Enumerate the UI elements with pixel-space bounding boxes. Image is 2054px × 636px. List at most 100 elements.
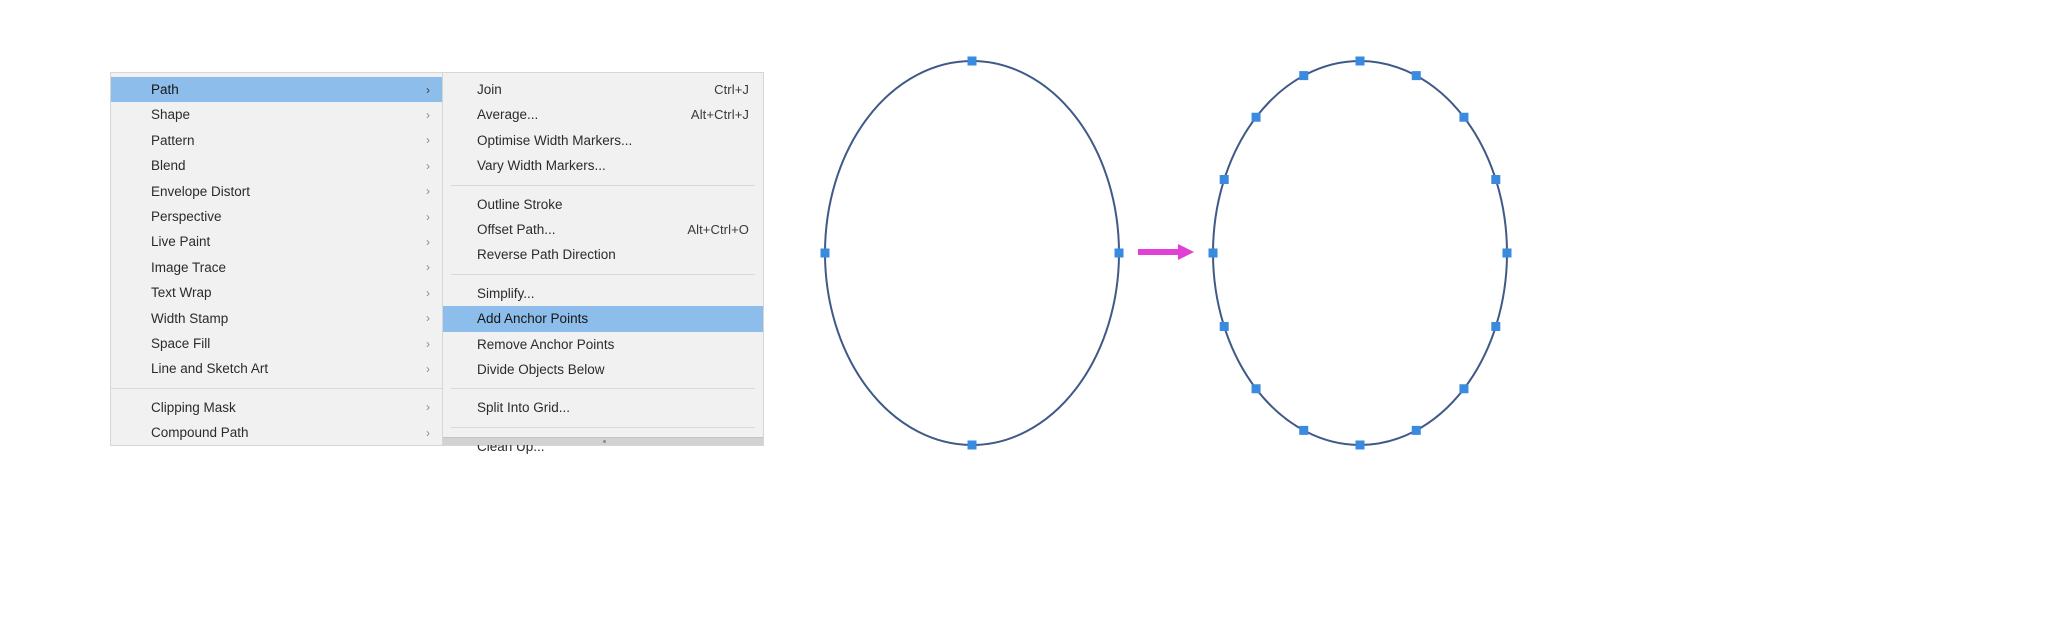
anchor-point[interactable] — [1219, 321, 1229, 331]
anchor-point[interactable] — [1251, 112, 1261, 122]
menu-item-reverse-path-direction[interactable]: Reverse Path Direction — [443, 242, 763, 267]
anchor-point[interactable] — [1251, 384, 1261, 394]
menu-item-label: Reverse Path Direction — [477, 247, 616, 263]
ellipse-after-anchors — [1208, 56, 1512, 450]
chevron-right-icon: › — [426, 108, 430, 123]
anchor-point[interactable] — [820, 248, 830, 258]
menu-item-label: Outline Stroke — [477, 196, 563, 212]
menu-item-divide-objects-below[interactable]: Divide Objects Below — [443, 357, 763, 382]
chevron-right-icon: › — [426, 260, 430, 275]
object-submenu-list: Path › Shape › Pattern › Blend › Envelope Distor… — [111, 73, 442, 445]
anchor-point[interactable] — [1208, 248, 1218, 258]
transform-arrow — [1138, 244, 1194, 260]
menu-item-remove-anchor-points[interactable]: Remove Anchor Points — [443, 332, 763, 357]
anchor-point[interactable] — [1299, 425, 1309, 435]
menu-item-pattern[interactable]: Pattern › — [111, 128, 442, 153]
menu-item-label: Pattern — [151, 132, 195, 148]
menu-item-label: Divide Objects Below — [477, 361, 605, 377]
ellipse-before-path[interactable] — [824, 60, 1120, 446]
menu-item-split-into-grid[interactable]: Split Into Grid... — [443, 395, 763, 420]
menu-item-blend[interactable]: Blend › — [111, 153, 442, 178]
chevron-right-icon: › — [426, 209, 430, 224]
menu-separator — [111, 387, 442, 389]
menu-item-label: Shape — [151, 107, 191, 123]
anchor-point[interactable] — [1355, 440, 1365, 450]
anchor-point[interactable] — [1491, 321, 1501, 331]
menu-item-perspective[interactable]: Perspective › — [111, 204, 442, 229]
menu-item-text-wrap[interactable]: Text Wrap › — [111, 280, 442, 305]
anchor-point[interactable] — [1299, 71, 1309, 81]
menu-item-label: Optimise Width Markers... — [477, 132, 633, 148]
menu-item-shape[interactable]: Shape › — [111, 102, 442, 127]
artboard-illustration — [800, 0, 2054, 636]
menu-item-line-and-sketch-art[interactable]: Line and Sketch Art › — [111, 356, 442, 381]
chevron-right-icon: › — [426, 158, 430, 173]
chevron-right-icon: › — [426, 361, 430, 376]
artboard-svg — [820, 56, 1512, 450]
menu-item-offset-path[interactable]: Offset Path... Alt+Ctrl+O — [443, 217, 763, 242]
chevron-right-icon: › — [426, 184, 430, 199]
menu-item-path[interactable]: Path › — [111, 77, 442, 103]
anchor-point[interactable] — [967, 440, 977, 450]
anchor-point[interactable] — [967, 56, 977, 66]
chevron-right-icon: › — [426, 400, 430, 415]
menu-scroll-strip[interactable] — [443, 437, 763, 445]
ellipse-before-anchors — [820, 56, 1124, 450]
menu-item-label: Blend — [151, 158, 186, 174]
chevron-right-icon: › — [426, 82, 430, 97]
menu-item-label: Offset Path... — [477, 221, 556, 237]
menu-item-average[interactable]: Average... Alt+Ctrl+J — [443, 102, 763, 127]
menu-item-label: Compound Path — [151, 425, 249, 441]
menu-item-label: Live Paint — [151, 234, 211, 250]
chevron-right-icon: › — [426, 425, 430, 440]
menu-separator — [451, 426, 755, 428]
anchor-point[interactable] — [1114, 248, 1124, 258]
anchor-point[interactable] — [1411, 71, 1421, 81]
anchor-point[interactable] — [1411, 425, 1421, 435]
chevron-right-icon: › — [426, 311, 430, 326]
menu-item-join[interactable]: Join Ctrl+J — [443, 77, 763, 102]
ellipse-after[interactable] — [1208, 56, 1512, 450]
screenshot-root: Path › Shape › Pattern › Blend › Envelope Distor… — [0, 0, 2054, 636]
menu-item-image-trace[interactable]: Image Trace › — [111, 255, 442, 280]
menu-item-optimise-width-markers[interactable]: Optimise Width Markers... — [443, 128, 763, 153]
anchor-point[interactable] — [1459, 112, 1469, 122]
menu-scroll-dot — [603, 440, 606, 443]
ellipse-before[interactable] — [820, 56, 1124, 450]
menu-item-label: Split Into Grid... — [477, 400, 571, 416]
anchor-point[interactable] — [1502, 248, 1512, 258]
object-submenu-panel: Path › Shape › Pattern › Blend › Envelope Distor… — [110, 72, 442, 446]
chevron-right-icon: › — [426, 285, 430, 300]
transform-arrow-shape — [1138, 244, 1194, 260]
menu-item-label: Remove Anchor Points — [477, 336, 615, 352]
menu-separator — [451, 273, 755, 275]
anchor-point[interactable] — [1459, 384, 1469, 394]
menu-item-space-fill[interactable]: Space Fill › — [111, 331, 442, 356]
anchor-point[interactable] — [1219, 175, 1229, 185]
menu-item-label: Text Wrap — [151, 285, 212, 301]
menu-item-vary-width-markers[interactable]: Vary Width Markers... — [443, 153, 763, 178]
menu-item-label: Vary Width Markers... — [477, 158, 606, 174]
menu-item-simplify[interactable]: Simplify... — [443, 281, 763, 306]
menu-item-label: Image Trace — [151, 259, 227, 275]
menu-item-label: Add Anchor Points — [477, 311, 589, 327]
menu-item-compound-path[interactable]: Compound Path › — [111, 420, 442, 445]
menu-item-width-stamp[interactable]: Width Stamp › — [111, 306, 442, 331]
menu-separator — [451, 184, 755, 186]
menu-item-label: Space Fill — [151, 335, 211, 351]
menu-item-add-anchor-points[interactable]: Add Anchor Points — [443, 306, 763, 332]
menu-item-label: Perspective — [151, 208, 222, 224]
anchor-point[interactable] — [1491, 175, 1501, 185]
chevron-right-icon: › — [426, 133, 430, 148]
menu-item-live-paint[interactable]: Live Paint › — [111, 229, 442, 254]
menu-item-shortcut: Alt+Ctrl+J — [690, 107, 749, 123]
menu-item-outline-stroke[interactable]: Outline Stroke — [443, 192, 763, 217]
menu-separator — [451, 388, 755, 390]
menu-item-clipping-mask[interactable]: Clipping Mask › — [111, 395, 442, 420]
menu-item-shortcut: Alt+Ctrl+O — [687, 221, 749, 237]
path-submenu-panel: Join Ctrl+J Average... Alt+Ctrl+J Optimise W… — [442, 72, 764, 454]
menu-item-envelope-distort[interactable]: Envelope Distort › — [111, 179, 442, 204]
path-submenu-list: Join Ctrl+J Average... Alt+Ctrl+J Optimise W… — [443, 73, 763, 459]
menu-item-label: Join — [477, 82, 502, 97]
anchor-point[interactable] — [1355, 56, 1365, 66]
